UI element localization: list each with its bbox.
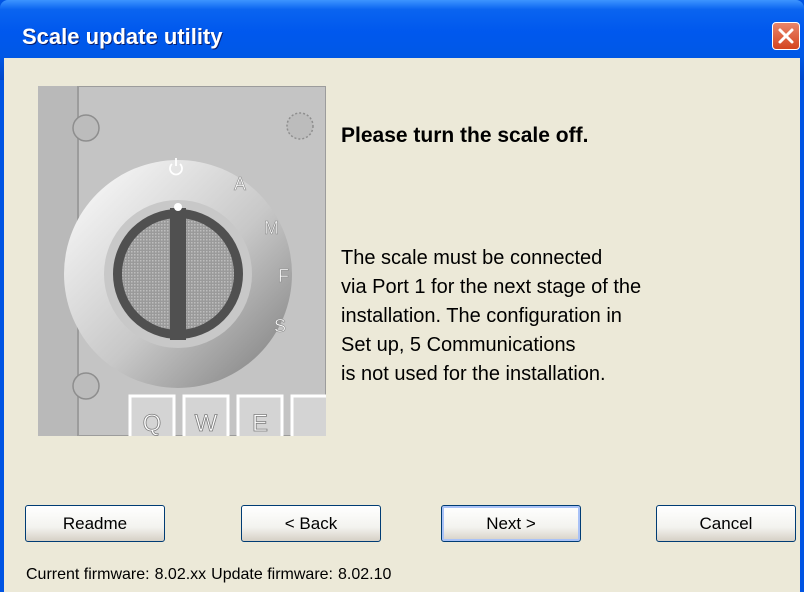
window-title: Scale update utility: [22, 24, 223, 49]
scale-panel-illustration: A M F S Q W E: [38, 86, 326, 436]
readme-button[interactable]: Readme: [25, 505, 165, 542]
dial-label-s: S: [274, 316, 286, 336]
key-label-w: W: [195, 410, 218, 436]
dialog-window: Scale update utility A M F S Q W E Pleas…: [0, 0, 804, 592]
paragraph-line: installation. The configuration in: [341, 305, 622, 327]
close-icon: [778, 28, 794, 44]
current-firmware-label: Current firmware:: [26, 566, 150, 583]
keyboard-keys: Q W E: [128, 394, 326, 436]
paragraph-line: Set up, 5 Communications: [341, 334, 576, 356]
dial-label-a: A: [234, 174, 246, 194]
cancel-button[interactable]: Cancel: [656, 505, 796, 542]
instruction-heading: Please turn the scale off.: [341, 124, 589, 147]
firmware-status-bar: Current firmware: 8.02.xx Update firmware:…: [26, 566, 396, 584]
key-label-q: Q: [143, 410, 162, 436]
dial-label-m: M: [264, 218, 279, 238]
key-label-e: E: [252, 410, 268, 436]
update-firmware-value: 8.02.10: [338, 566, 392, 583]
paragraph-line: The scale must be connected: [341, 247, 603, 269]
instruction-paragraph: The scale must be connected via Port 1 f…: [341, 244, 761, 389]
screw-hole-top-left: [72, 114, 100, 142]
screw-hole-bottom-left: [72, 372, 100, 400]
dial-indicator-dot: [174, 203, 182, 211]
key-partial: [290, 394, 326, 436]
close-button[interactable]: [772, 22, 800, 50]
update-firmware-label: Update firmware:: [211, 566, 333, 583]
paragraph-line: via Port 1 for the next stage of the: [341, 276, 642, 298]
screw-hole-top-right: [286, 112, 314, 140]
dial-label-f: F: [278, 266, 289, 286]
current-firmware-value: 8.02.xx: [154, 566, 207, 583]
back-button[interactable]: < Back: [241, 505, 381, 542]
dial-knob-handle: [170, 208, 186, 340]
next-button[interactable]: Next >: [441, 505, 581, 542]
paragraph-line: is not used for the installation.: [341, 363, 606, 385]
